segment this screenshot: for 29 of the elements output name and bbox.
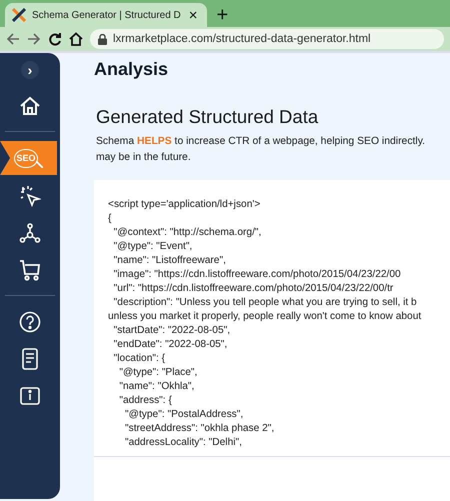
new-tab-button[interactable]: + — [214, 5, 230, 25]
code-line: unless you market it properly, people really won't come to know about — [108, 310, 422, 324]
code-line: "address": { — [118, 394, 172, 408]
code-line: "@type": "PostalAddress", — [124, 408, 244, 422]
code-line: "startDate": "2022-08-05", — [112, 324, 230, 338]
code-line: "name": "Okhla", — [118, 380, 194, 394]
code-line: "@type": "Place", — [118, 366, 198, 380]
code-line: <script type='application/ld+json'> — [108, 198, 260, 212]
code-line: { — [108, 212, 112, 226]
code-line: "location": { — [112, 352, 166, 366]
tab-title: Schema Generator | Structured D — [32, 10, 181, 20]
code-line: "@context": "http://schema.org/", — [112, 226, 262, 240]
code-line: "endDate": "2022-08-05", — [112, 338, 228, 352]
close-tab-button[interactable]: × — [186, 8, 200, 22]
description-text: may be in the future. — [96, 151, 192, 165]
code-line: "@type": "Event", — [112, 240, 192, 254]
description-text: Schema HELPS to increase CTR of a webpage, helping SEO indirectly. — [96, 135, 426, 149]
code-line: "streetAddress": "okhla phase 2", — [124, 422, 274, 436]
url-text: lxrmarketplace.com/structured-data-generator.html — [113, 33, 371, 45]
code-line: "name": "Listoffreeware", — [112, 254, 226, 268]
code-line: "description": "Unless you tell people what you are trying to sell, it b — [112, 296, 417, 310]
expand-sidebar-button[interactable]: › — [21, 61, 39, 79]
code-line: "image": "https://cdn.listoffreeware.com/photo/2015/04/23/22/00 — [112, 268, 401, 282]
section-heading: Generated Structured Data — [96, 106, 320, 128]
address-bar[interactable]: lxrmarketplace.com/structured-data-generator.html — [90, 29, 444, 49]
code-line: "addressLocality": "Delhi", — [124, 436, 242, 450]
code-line: "url": "https://cdn.listoffreeware.com/photo/2015/04/23/22/00/tr — [112, 282, 394, 296]
page-title: Analysis — [94, 59, 170, 80]
browser-tab[interactable]: Schema Generator | Structured D × — [5, 3, 207, 27]
